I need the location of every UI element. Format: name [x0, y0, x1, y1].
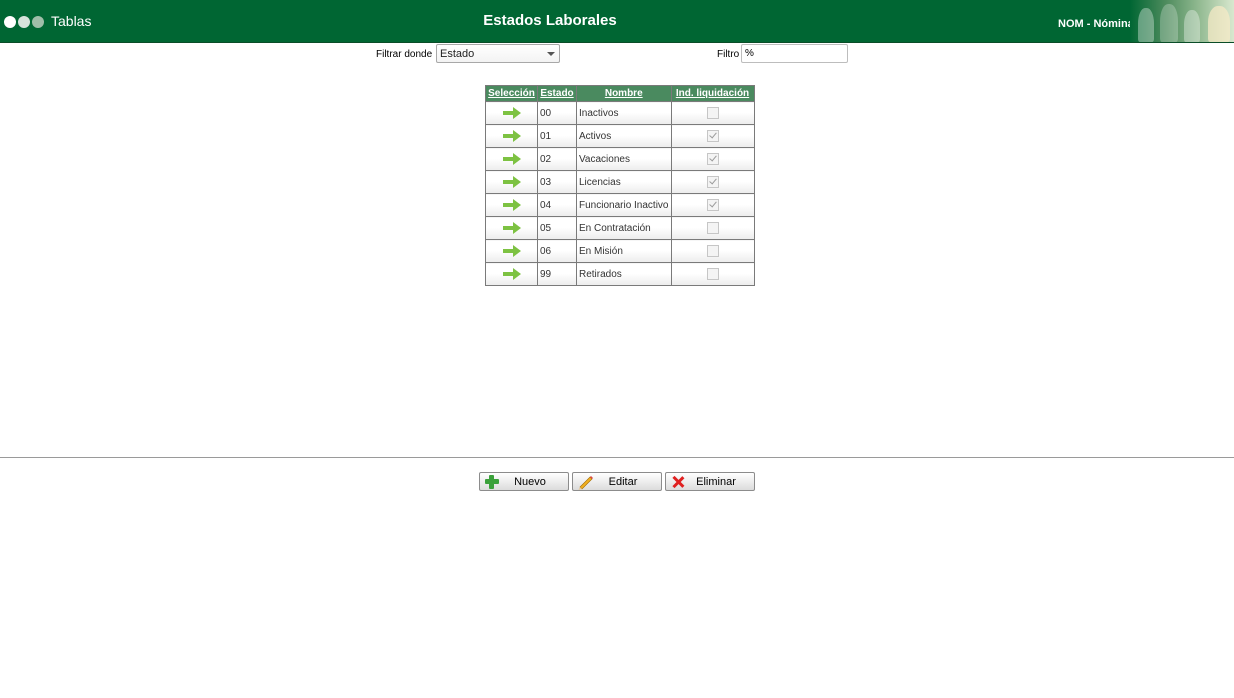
estado-cell: 00 — [537, 101, 577, 125]
table-header-row: Selección Estado Nombre Ind. liquidación — [485, 85, 755, 102]
arrow-right-icon[interactable] — [502, 176, 521, 188]
eliminar-label: Eliminar — [696, 475, 736, 488]
arrow-right-icon[interactable] — [502, 245, 521, 257]
ind-liquidacion-checkbox — [706, 153, 719, 165]
ind-liquidacion-cell — [670, 262, 755, 286]
ind-liquidacion-checkbox — [706, 130, 719, 142]
ind-liquidacion-cell — [670, 239, 755, 263]
table-row: 03 Licencias — [485, 170, 755, 194]
select-row-cell[interactable] — [485, 101, 538, 125]
estado-cell: 06 — [537, 239, 577, 263]
header-banner-image — [1130, 0, 1234, 42]
editar-label: Editar — [608, 475, 638, 488]
ind-liquidacion-checkbox — [706, 245, 719, 257]
filter-field-value: Estado — [440, 48, 475, 60]
select-row-cell[interactable] — [485, 239, 538, 263]
page-title: Estados Laborales — [483, 12, 617, 29]
estado-cell: 99 — [537, 262, 577, 286]
nombre-cell: En Contratación — [576, 216, 672, 240]
ind-liquidacion-checkbox — [706, 176, 719, 188]
editar-button[interactable]: Editar — [572, 472, 662, 491]
ind-liquidacion-cell — [670, 193, 755, 217]
ind-liquidacion-cell — [670, 170, 755, 194]
select-row-cell[interactable] — [485, 193, 538, 217]
filter-where-label: Filtrar donde — [376, 49, 433, 60]
nombre-cell: Funcionario Inactivo — [576, 193, 672, 217]
select-row-cell[interactable] — [485, 170, 538, 194]
table-row: 02 Vacaciones — [485, 147, 755, 171]
select-row-cell[interactable] — [485, 262, 538, 286]
filter-field-select[interactable]: Estado — [436, 44, 560, 63]
arrow-right-icon[interactable] — [502, 222, 521, 234]
arrow-right-icon[interactable] — [502, 268, 521, 280]
ind-liquidacion-checkbox — [706, 222, 719, 234]
col-header-nombre[interactable]: Nombre — [576, 85, 672, 102]
nombre-cell: En Misión — [576, 239, 672, 263]
nombre-cell: Licencias — [576, 170, 672, 194]
select-row-cell[interactable] — [485, 147, 538, 171]
arrow-right-icon[interactable] — [502, 130, 521, 142]
app-header: Tablas Estados Laborales NOM - Nómina — [0, 0, 1234, 43]
ind-liquidacion-checkbox — [706, 199, 719, 211]
filtro-label: Filtro — [717, 49, 740, 60]
ind-liquidacion-cell — [670, 101, 755, 125]
close-icon — [670, 474, 686, 490]
ind-liquidacion-checkbox — [706, 107, 719, 119]
eliminar-button[interactable]: Eliminar — [665, 472, 755, 491]
table-row: 05 En Contratación — [485, 216, 755, 240]
ind-liquidacion-cell — [670, 216, 755, 240]
filtro-input[interactable] — [741, 44, 848, 63]
pencil-icon — [577, 474, 593, 490]
chevron-down-icon — [547, 52, 555, 56]
select-row-cell[interactable] — [485, 124, 538, 148]
ind-liquidacion-cell — [670, 124, 755, 148]
table-row: 01 Activos — [485, 124, 755, 148]
nuevo-button[interactable]: Nuevo — [479, 472, 569, 491]
ind-liquidacion-checkbox — [706, 268, 719, 280]
nombre-cell: Inactivos — [576, 101, 672, 125]
nombre-cell: Retirados — [576, 262, 672, 286]
estado-cell: 01 — [537, 124, 577, 148]
estado-cell: 05 — [537, 216, 577, 240]
ind-liquidacion-cell — [670, 147, 755, 171]
select-row-cell[interactable] — [485, 216, 538, 240]
col-header-ind-liquidacion[interactable]: Ind. liquidación — [670, 85, 755, 102]
divider — [0, 457, 1234, 458]
table-row: 06 En Misión — [485, 239, 755, 263]
table-row: 00 Inactivos — [485, 101, 755, 125]
table-row: 04 Funcionario Inactivo — [485, 193, 755, 217]
estado-cell: 03 — [537, 170, 577, 194]
arrow-right-icon[interactable] — [502, 107, 521, 119]
estados-table: Selección Estado Nombre Ind. liquidación… — [485, 85, 755, 286]
col-header-seleccion[interactable]: Selección — [485, 85, 538, 102]
nombre-cell: Vacaciones — [576, 147, 672, 171]
table-row: 99 Retirados — [485, 262, 755, 286]
estado-cell: 04 — [537, 193, 577, 217]
plus-icon — [484, 474, 500, 490]
col-header-estado[interactable]: Estado — [537, 85, 577, 102]
arrow-right-icon[interactable] — [502, 199, 521, 211]
module-label: NOM - Nómina — [1058, 18, 1134, 30]
arrow-right-icon[interactable] — [502, 153, 521, 165]
nombre-cell: Activos — [576, 124, 672, 148]
estado-cell: 02 — [537, 147, 577, 171]
nuevo-label: Nuevo — [514, 475, 546, 488]
